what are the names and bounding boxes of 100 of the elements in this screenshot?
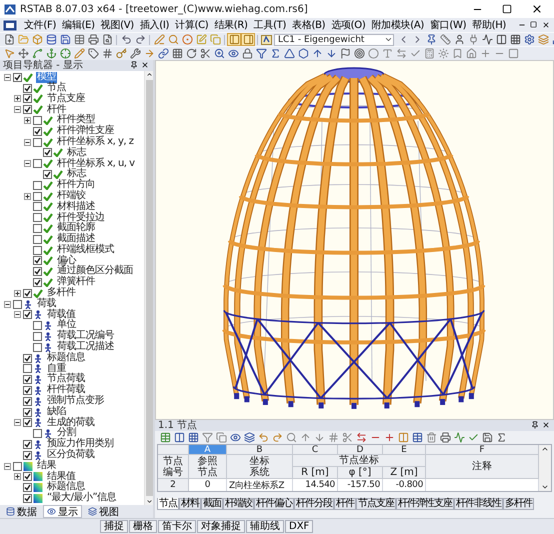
tree-expander[interactable] xyxy=(14,106,21,114)
graph-icon[interactable] xyxy=(482,34,492,45)
arrow-left-right-icon[interactable] xyxy=(356,432,366,443)
sigma-icon[interactable] xyxy=(496,432,506,443)
calculator-icon[interactable] xyxy=(424,48,434,59)
sheet-tab[interactable]: 杆件非线性 xyxy=(454,498,503,510)
tree-expander[interactable] xyxy=(4,462,11,470)
key-icon[interactable] xyxy=(116,48,126,59)
menu-item[interactable]: 附加模块(A) xyxy=(369,18,426,32)
layers-icon[interactable] xyxy=(538,34,548,45)
load-case-dropdown[interactable]: LC1 - Eigengewicht xyxy=(274,34,394,46)
tree-item-label[interactable]: 结果 xyxy=(36,460,57,472)
grid-icon[interactable] xyxy=(188,432,198,443)
checkbox[interactable] xyxy=(23,105,32,114)
check-icon[interactable] xyxy=(468,432,478,443)
tree-item-label[interactable]: 杆件 xyxy=(46,104,67,116)
checkbox[interactable] xyxy=(43,170,52,180)
sheet-tab[interactable]: 多杆件 xyxy=(503,498,534,510)
scroll-down-icon[interactable] xyxy=(541,483,549,491)
checkbox[interactable] xyxy=(23,450,32,460)
check-icon[interactable] xyxy=(410,48,420,59)
link-icon[interactable] xyxy=(158,48,168,59)
ruler-icon[interactable] xyxy=(440,34,450,45)
status-toggle[interactable]: DXF xyxy=(285,520,314,533)
close-icon[interactable] xyxy=(141,61,149,69)
save-icon[interactable] xyxy=(482,432,492,443)
columns-icon[interactable] xyxy=(174,432,184,443)
tree-expander[interactable] xyxy=(24,160,31,168)
panel-tab[interactable]: 数据 xyxy=(2,505,41,518)
menu-item[interactable]: 计算(C) xyxy=(173,18,210,32)
tree-expander[interactable] xyxy=(4,74,11,81)
tree-item-label[interactable]: 标题信息 xyxy=(46,352,86,364)
tree-item-label[interactable]: 杆件坐标系 x, u, v xyxy=(56,158,136,170)
menu-item[interactable]: 编辑(E) xyxy=(60,18,97,32)
checkbox[interactable] xyxy=(23,494,32,503)
graph-icon[interactable] xyxy=(454,432,464,443)
tree-item-label[interactable]: 单位 xyxy=(56,320,77,331)
tree-item-label[interactable]: 强制节点变形 xyxy=(46,396,105,407)
checkbox[interactable] xyxy=(23,483,32,492)
tree-expander[interactable] xyxy=(24,117,31,124)
checkbox[interactable] xyxy=(23,94,32,104)
crosshair-icon[interactable] xyxy=(60,48,70,59)
scroll-up-icon[interactable] xyxy=(541,445,549,453)
spline-icon[interactable] xyxy=(32,48,42,59)
table-icon[interactable] xyxy=(412,432,422,443)
scissors-icon[interactable] xyxy=(200,48,210,59)
printer-icon[interactable] xyxy=(88,34,98,45)
checkbox[interactable] xyxy=(33,256,42,266)
status-toggle[interactable]: 对象捕捉 xyxy=(197,520,245,533)
checkbox[interactable] xyxy=(33,234,42,244)
tree-expander[interactable] xyxy=(14,95,21,102)
redo-icon[interactable] xyxy=(134,34,146,45)
hash-icon[interactable] xyxy=(328,432,338,443)
pin-icon[interactable] xyxy=(130,61,138,69)
undo-icon[interactable] xyxy=(120,34,132,45)
checkbox[interactable] xyxy=(23,396,32,406)
checkbox[interactable] xyxy=(33,246,42,255)
menu-item[interactable]: 选项(O) xyxy=(329,18,368,32)
new-file-icon[interactable] xyxy=(4,34,14,45)
tree-item-label[interactable]: 杆件类型 xyxy=(56,115,96,126)
status-toggle[interactable]: 辅助线 xyxy=(246,520,284,533)
tree-item-label[interactable]: 节点荷载 xyxy=(46,374,86,385)
pin-icon[interactable] xyxy=(531,421,539,429)
zoom-in-icon[interactable] xyxy=(214,48,224,59)
checkbox[interactable] xyxy=(23,375,32,384)
menu-item[interactable]: 工具(T) xyxy=(252,18,288,32)
status-toggle[interactable]: 栅格 xyxy=(129,520,157,533)
undo-icon[interactable] xyxy=(258,432,268,443)
trash-icon[interactable] xyxy=(426,432,436,443)
tree-item-label[interactable]: 荷载 xyxy=(36,298,57,310)
eye-icon[interactable] xyxy=(230,432,240,443)
grid-icon[interactable] xyxy=(510,34,520,45)
tree-item-label[interactable]: 标志 xyxy=(66,148,87,158)
circle-icon[interactable] xyxy=(368,48,378,59)
tree-item-label[interactable]: 弹簧杆件 xyxy=(56,277,96,288)
plus-icon[interactable] xyxy=(384,432,394,443)
flag-icon[interactable] xyxy=(340,48,350,59)
move-icon[interactable] xyxy=(18,48,28,59)
checkbox[interactable] xyxy=(33,429,42,438)
sheet-tab[interactable]: 材料 xyxy=(179,498,201,510)
checkbox[interactable] xyxy=(33,342,42,352)
column-letter[interactable]: B xyxy=(227,445,293,455)
scroll-down-icon[interactable] xyxy=(146,498,152,505)
arrow-down-icon[interactable] xyxy=(314,432,324,443)
checkbox[interactable] xyxy=(33,267,42,276)
tree-item-label[interactable]: 荷载工况编号 xyxy=(56,331,115,342)
menu-item[interactable]: 结果(R) xyxy=(212,18,250,32)
checkbox[interactable] xyxy=(13,462,22,471)
sun-icon[interactable] xyxy=(438,48,448,59)
filter-icon[interactable] xyxy=(202,432,212,443)
tree-expander[interactable] xyxy=(24,138,31,146)
checkbox[interactable] xyxy=(33,192,42,201)
arrow-up-icon[interactable] xyxy=(300,432,310,443)
text-icon[interactable] xyxy=(382,48,392,59)
tree-item-label[interactable]: 荷载值 xyxy=(46,310,76,320)
tree-expander[interactable] xyxy=(14,290,21,297)
checkbox[interactable] xyxy=(13,72,22,82)
eye-icon[interactable] xyxy=(228,48,238,59)
sheet-tab[interactable]: 节点支座 xyxy=(356,498,396,510)
tree-item-label[interactable]: 荷载工况描述 xyxy=(56,342,115,353)
